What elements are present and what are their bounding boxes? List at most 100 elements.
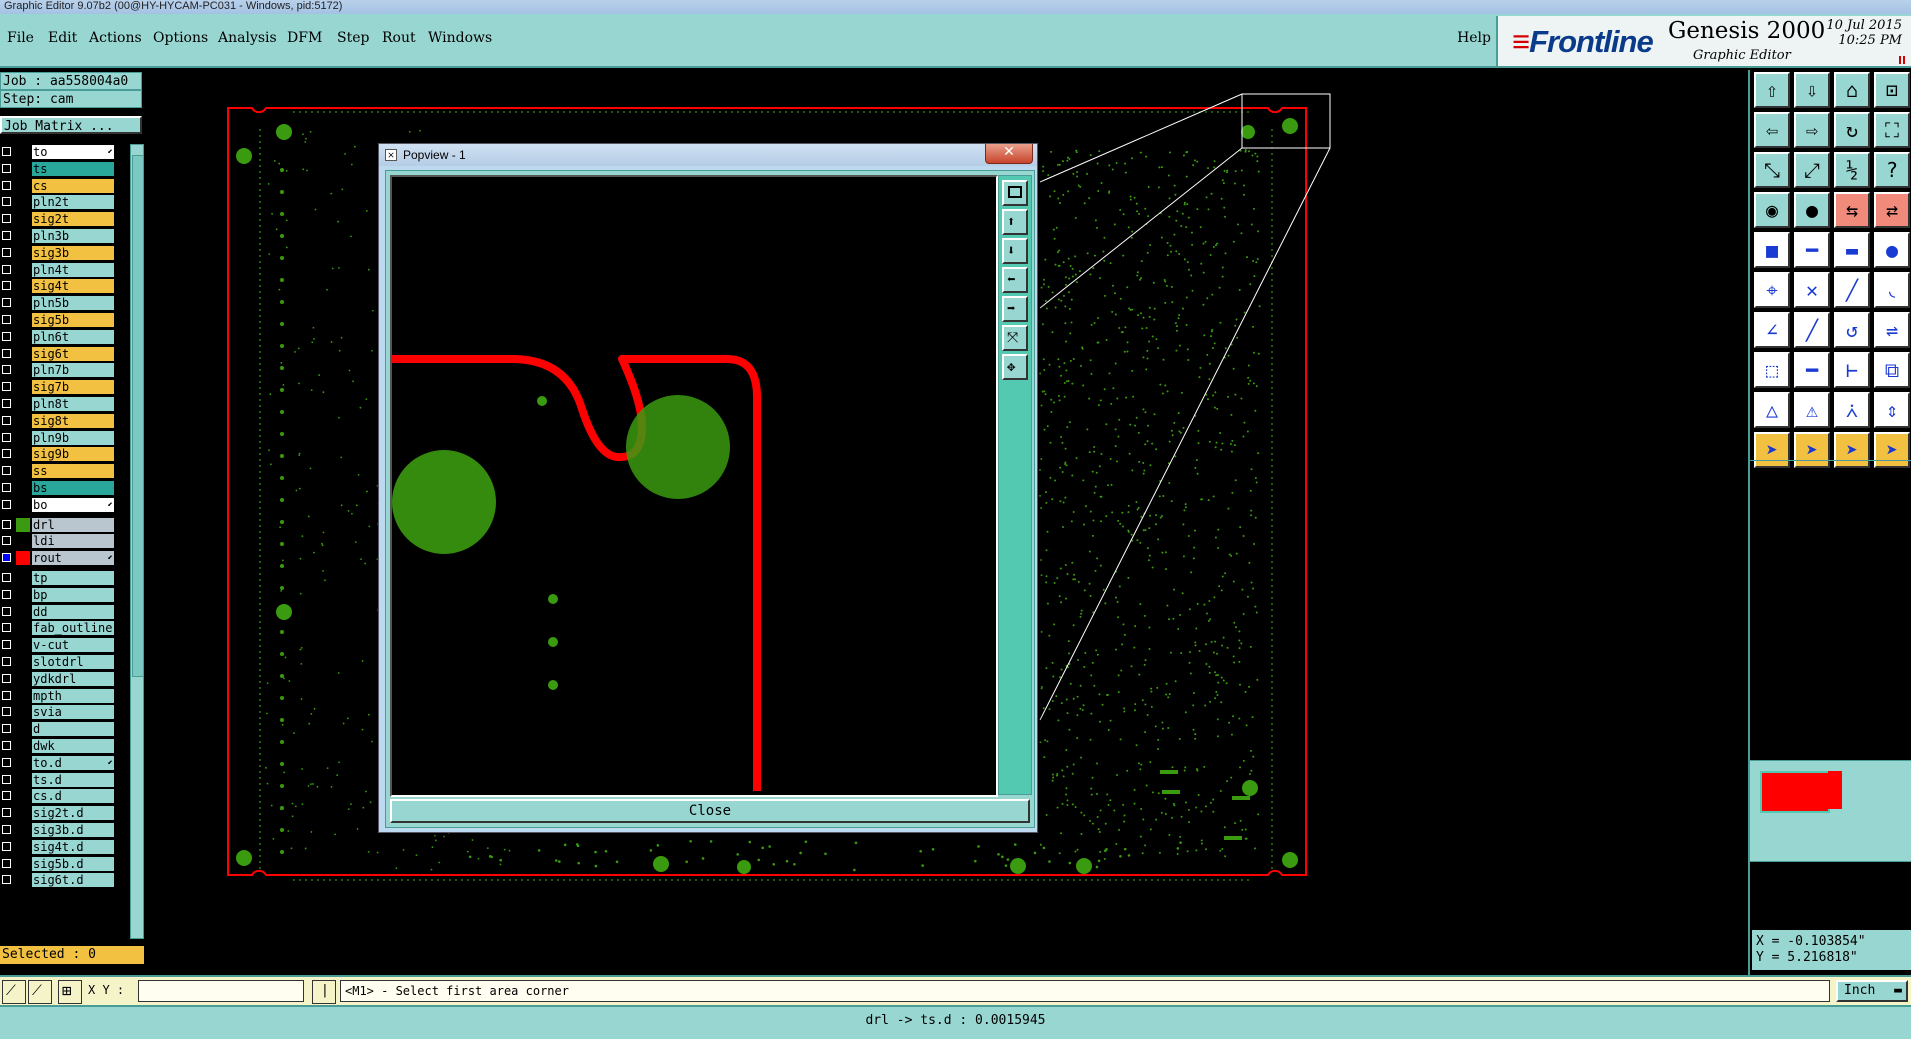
job-matrix-button[interactable]: Job Matrix ... (0, 116, 142, 134)
popview-title-bar[interactable]: ⨯ Popview - 1 ✕ (379, 144, 1037, 166)
layer-row-pln2t[interactable]: pln2t (0, 194, 116, 210)
layer-name[interactable]: pln8t (32, 397, 114, 411)
layer-row-sig3b.d[interactable]: sig3b.d (0, 822, 116, 838)
layer-row-sig5b.d[interactable]: sig5b.d (0, 856, 116, 872)
grid-button[interactable]: ⊞ (58, 980, 82, 1004)
layer-checkbox[interactable] (2, 214, 11, 224)
layer-row-pln6t[interactable]: pln6t (0, 329, 116, 345)
layer-checkbox[interactable] (2, 774, 11, 784)
layer-checkbox[interactable] (2, 808, 11, 818)
layer-name[interactable]: sig4t.d (32, 839, 114, 854)
tool-button-10[interactable]: ⤢ (1794, 152, 1830, 188)
layer-checkbox[interactable] (2, 466, 11, 476)
tool-button-40[interactable]: ➤ (1874, 432, 1910, 468)
layer-color-swatch[interactable] (16, 604, 30, 619)
layer-name[interactable]: pln7b (32, 363, 114, 378)
layer-color-swatch[interactable] (16, 789, 30, 804)
layer-color-swatch[interactable] (16, 161, 30, 176)
xy-input[interactable] (138, 980, 304, 1002)
layer-row-ydkdrl[interactable]: ydkdrl (0, 671, 116, 687)
layer-name[interactable]: sig6t.d (32, 873, 114, 888)
layer-name[interactable]: sig8t (32, 413, 114, 428)
tool-button-31[interactable]: ⊢ (1834, 352, 1870, 388)
layer-checkbox[interactable] (2, 741, 11, 750)
layer-checkbox[interactable] (2, 163, 11, 173)
layer-name[interactable]: tp (32, 571, 114, 585)
tool-button-29[interactable]: ⬚ (1754, 352, 1790, 388)
layer-name[interactable]: sig9b (32, 447, 114, 462)
layer-row-sig5b[interactable]: sig5b (0, 312, 116, 328)
layer-color-swatch[interactable] (16, 671, 30, 686)
units-selector[interactable]: Inch ▬ (1836, 980, 1908, 1002)
layer-color-swatch[interactable] (16, 262, 30, 277)
layer-list-scrollbar[interactable] (130, 144, 144, 939)
layer-name[interactable]: bo (32, 497, 114, 512)
layer-checkbox[interactable] (2, 415, 11, 425)
tool-button-16[interactable]: ⇄ (1874, 192, 1910, 228)
layer-checkbox[interactable] (2, 791, 11, 801)
tool-button-35[interactable]: ⩑ (1834, 392, 1870, 428)
layer-row-to.d[interactable]: to.d (0, 755, 116, 771)
tool-button-4[interactable]: ⊡ (1874, 72, 1910, 108)
layer-row-dd[interactable]: dd (0, 604, 116, 620)
layer-row-sig2t[interactable]: sig2t (0, 211, 116, 227)
layer-color-swatch[interactable] (16, 245, 30, 260)
tool-button-25[interactable]: ∠ (1754, 312, 1790, 348)
menu-edit[interactable]: Edit (48, 30, 77, 46)
tool-button-36[interactable]: ⇕ (1874, 392, 1910, 428)
layer-checkbox[interactable] (2, 298, 11, 308)
layer-color-swatch[interactable] (16, 413, 30, 428)
layer-name[interactable]: sig2t (32, 212, 114, 227)
tool-button-21[interactable]: ⌖ (1754, 272, 1790, 308)
scrollbar-thumb[interactable] (132, 155, 144, 677)
layer-color-swatch[interactable] (16, 638, 30, 653)
layer-color-swatch[interactable] (16, 212, 30, 227)
tool-button-30[interactable]: ━ (1794, 352, 1830, 388)
layer-row-pln8t[interactable]: pln8t (0, 396, 116, 412)
layer-row-svia[interactable]: svia (0, 704, 116, 720)
layer-row-pln7b[interactable]: pln7b (0, 362, 116, 378)
layer-checkbox[interactable] (2, 483, 11, 492)
layer-color-swatch[interactable] (16, 329, 30, 344)
layer-name[interactable]: fab_outline (32, 621, 114, 636)
layer-checkbox[interactable] (2, 281, 11, 291)
tool-button-17[interactable]: ■ (1754, 232, 1790, 268)
layer-row-rout[interactable]: rout (0, 550, 116, 566)
layer-checkbox[interactable] (2, 147, 11, 156)
layer-color-swatch[interactable] (16, 464, 30, 479)
layer-name[interactable]: pln6t (32, 329, 114, 344)
tool-button-2[interactable]: ⇩ (1794, 72, 1830, 108)
popview-tool-6[interactable]: ⤧ (1002, 325, 1028, 351)
tool-button-39[interactable]: ➤ (1834, 432, 1870, 468)
layer-color-swatch[interactable] (16, 195, 30, 210)
layer-color-swatch[interactable] (16, 363, 30, 378)
popview-tool-7[interactable]: ✥ (1002, 354, 1028, 380)
layer-row-d[interactable]: d (0, 721, 116, 737)
layer-checkbox[interactable] (2, 623, 11, 633)
layer-color-swatch[interactable] (16, 497, 30, 512)
layer-name[interactable]: ts (32, 161, 114, 176)
layer-color-swatch[interactable] (16, 621, 30, 636)
layer-color-swatch[interactable] (16, 447, 30, 462)
layer-checkbox[interactable] (2, 606, 11, 616)
keyboard-entry-button[interactable]: | (312, 980, 336, 1004)
tool-button-11[interactable]: ½ (1834, 152, 1870, 188)
layer-row-slotdrl[interactable]: slotdrl (0, 654, 116, 670)
tool-button-19[interactable]: ▬ (1834, 232, 1870, 268)
layer-checkbox[interactable] (2, 707, 11, 717)
layer-name[interactable]: ss (32, 464, 114, 479)
layer-name[interactable]: ldi (32, 534, 114, 549)
layer-name[interactable]: pln9b (32, 430, 114, 445)
popview-close-x-button[interactable]: ✕ (985, 144, 1033, 164)
tool-button-14[interactable]: ● (1794, 192, 1830, 228)
layer-checkbox[interactable] (2, 825, 11, 834)
layer-checkbox[interactable] (2, 690, 11, 700)
layer-name[interactable]: to.d (32, 755, 114, 770)
layer-checkbox[interactable] (2, 197, 11, 207)
layer-name[interactable]: sig7b (32, 380, 114, 395)
layer-name[interactable]: sig5b.d (32, 856, 114, 871)
layer-name[interactable]: cs.d (32, 789, 114, 804)
layer-name[interactable]: bs (32, 481, 114, 495)
layer-row-mpth[interactable]: mpth (0, 688, 116, 704)
layer-checkbox[interactable] (2, 499, 11, 509)
